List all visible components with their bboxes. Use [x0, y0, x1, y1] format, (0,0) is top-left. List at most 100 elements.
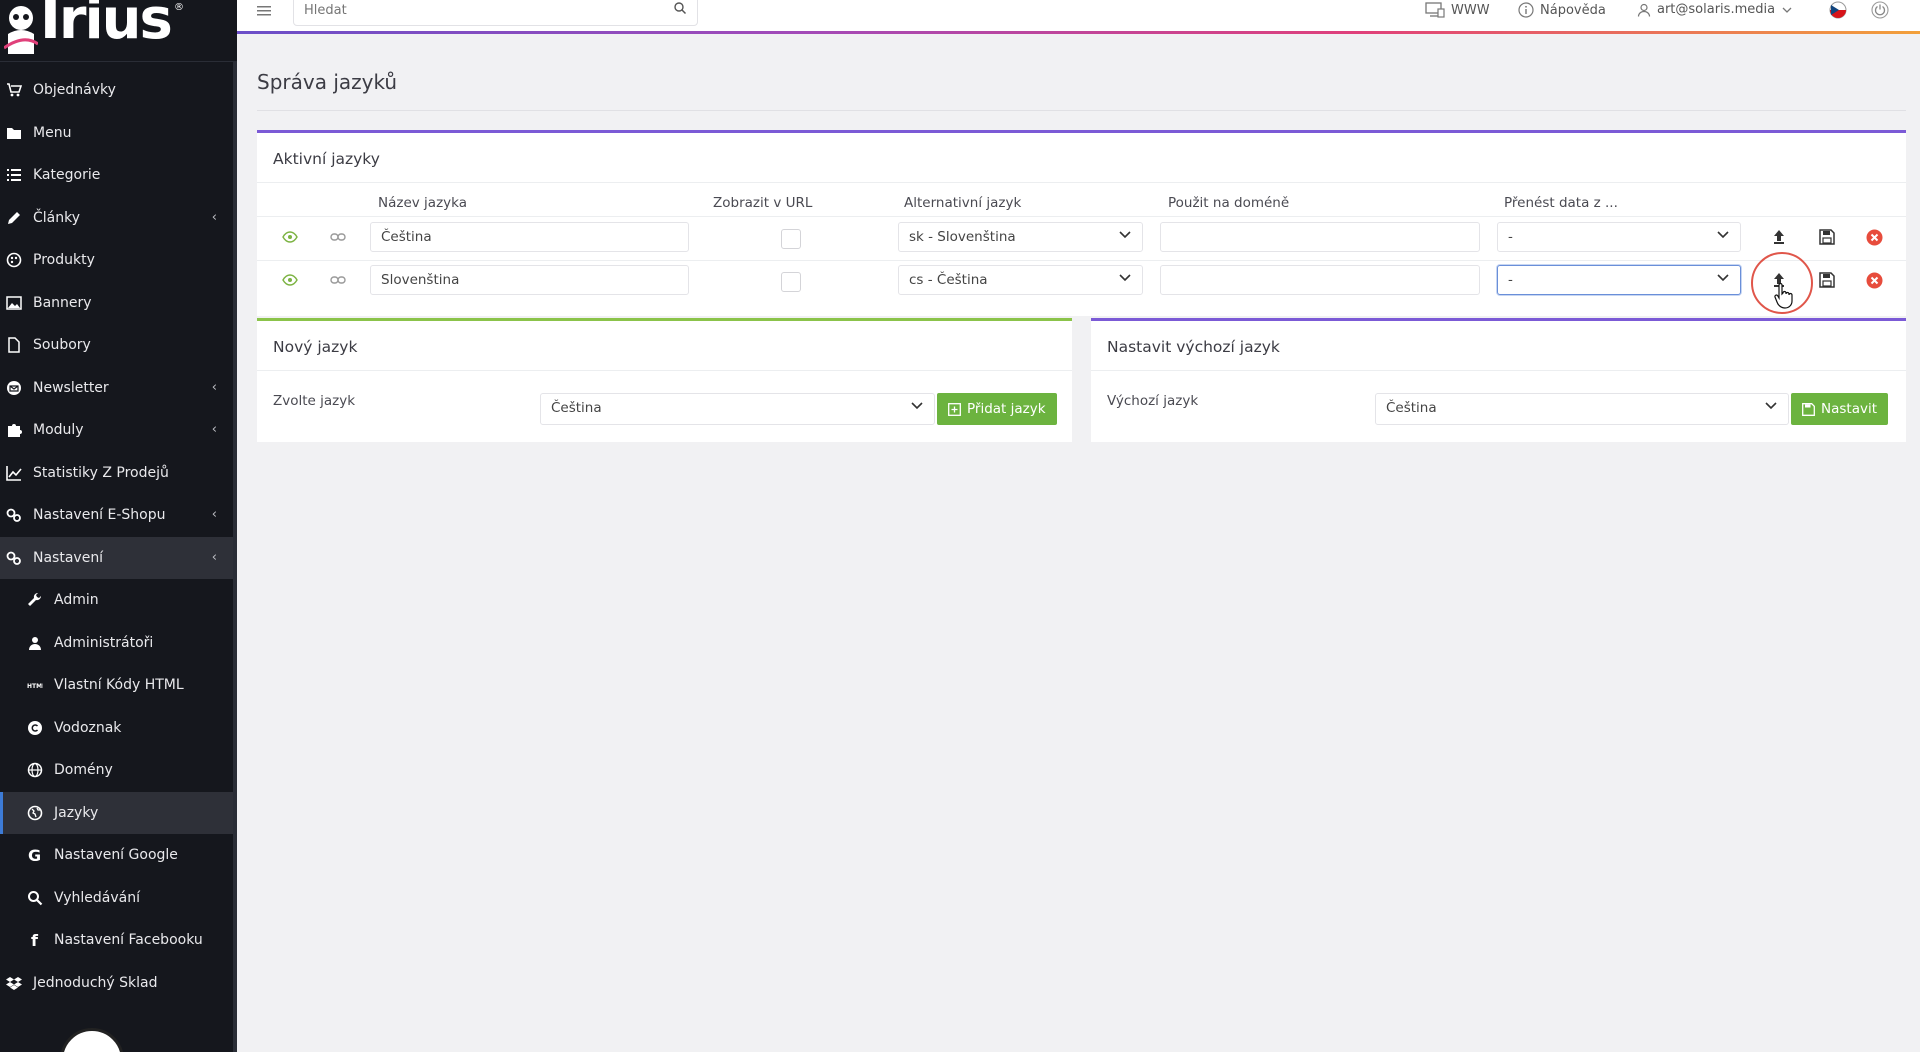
wrench-icon — [27, 592, 43, 608]
new-language-select[interactable]: Čeština — [540, 393, 935, 425]
globe-europe-icon — [27, 805, 43, 821]
language-flag-icon[interactable] — [1829, 1, 1847, 19]
sidebar-item-label: Newsletter — [33, 379, 109, 396]
show-in-url-checkbox[interactable] — [781, 272, 801, 292]
transfer-data-select[interactable]: - — [1497, 265, 1741, 295]
table-row: Slovenština cs - Čeština - — [257, 265, 1906, 305]
logo[interactable]: Irius ® — [0, 0, 237, 62]
sidebar-item-domeny[interactable]: Domény — [0, 749, 233, 792]
sidebar-item-label: Produkty — [33, 252, 95, 269]
www-link[interactable]: WWW — [1425, 2, 1490, 18]
divider — [257, 260, 1906, 261]
google-icon: G — [27, 847, 43, 863]
sidebar-item-admin[interactable]: Admin — [0, 579, 233, 622]
sidebar-item-vyhledavani[interactable]: Vyhledávání — [0, 877, 233, 920]
sidebar-item-label: Články — [33, 209, 81, 226]
sidebar-item-label: Nastavení Facebooku — [54, 932, 203, 949]
link-icon[interactable] — [327, 269, 349, 291]
sidebar-item-label: Bannery — [33, 294, 92, 311]
chevron-left-icon: ‹ — [211, 422, 217, 437]
default-language-card: Nastavit výchozí jazyk Výchozí jazyk Češ… — [1091, 318, 1906, 442]
select-value: cs - Čeština — [909, 272, 988, 288]
delete-icon[interactable] — [1863, 226, 1885, 248]
eye-icon[interactable] — [279, 226, 301, 248]
help-label: Nápověda — [1540, 2, 1606, 18]
search-input[interactable] — [304, 3, 644, 18]
chevron-down-icon — [910, 398, 924, 416]
default-language-label: Výchozí jazyk — [1107, 393, 1199, 409]
sidebar-item-soubory[interactable]: Soubory — [0, 324, 233, 367]
sidebar-scrollbar[interactable] — [233, 62, 237, 1052]
set-default-label: Nastavit — [1821, 401, 1878, 417]
transfer-upload-icon[interactable] — [1768, 226, 1790, 248]
sidebar-item-label: Objednávky — [33, 82, 116, 99]
add-language-button[interactable]: Přidat jazyk — [937, 393, 1057, 425]
domain-input[interactable] — [1160, 222, 1480, 252]
power-icon[interactable] — [1871, 1, 1889, 19]
pencil-icon — [6, 210, 22, 226]
save-icon[interactable] — [1816, 226, 1838, 248]
sidebar-item-kategorie[interactable]: Kategorie — [0, 154, 233, 197]
sidebar-item-administratori[interactable]: Administrátoři — [0, 622, 233, 665]
select-value: Čeština — [1386, 400, 1437, 416]
alternative-language-select[interactable]: cs - Čeština — [898, 265, 1143, 295]
sidebar-item-statistiky[interactable]: Statistiky Z Prodejů — [0, 452, 233, 495]
show-in-url-checkbox[interactable] — [781, 229, 801, 249]
column-header-domain: Použit na doméně — [1168, 195, 1290, 211]
monitor-icon — [1425, 2, 1445, 18]
column-header-alt: Alternativní jazyk — [904, 195, 1022, 211]
sidebar-item-nastaveni-facebooku[interactable]: f Nastavení Facebooku — [0, 919, 233, 962]
palette-icon — [6, 252, 22, 268]
transfer-data-select[interactable]: - — [1497, 222, 1741, 252]
domain-input[interactable] — [1160, 265, 1480, 295]
svg-text:HTML: HTML — [27, 683, 43, 690]
sidebar-item-produkty[interactable]: Produkty — [0, 239, 233, 282]
sidebar-item-vlastni-kody[interactable]: HTML Vlastní Kódy HTML — [0, 664, 233, 707]
topbar: WWW Nápověda art@solaris.media — [237, 0, 1920, 34]
info-icon — [1518, 2, 1534, 18]
sidebar-item-vodoznak[interactable]: Vodoznak — [0, 707, 233, 750]
hamburger-menu-icon[interactable] — [257, 3, 273, 22]
chevron-down-icon — [1118, 227, 1132, 245]
search-box — [293, 0, 698, 26]
select-value: Čeština — [551, 400, 602, 416]
alternative-language-select[interactable]: sk - Slovenština — [898, 222, 1143, 252]
sidebar-item-label: Kategorie — [33, 167, 101, 184]
copyright-icon — [27, 720, 43, 736]
save-icon[interactable] — [1816, 269, 1838, 291]
user-menu[interactable]: art@solaris.media — [1637, 2, 1793, 17]
delete-icon[interactable] — [1863, 269, 1885, 291]
sidebar-item-label: Nastavení E-Shopu — [33, 507, 166, 524]
sidebar-item-jazyky[interactable]: Jazyky — [0, 791, 233, 834]
chevron-down-icon — [1716, 270, 1730, 288]
chevron-left-icon: ‹ — [211, 379, 217, 395]
chevron-down-icon — [1716, 227, 1730, 245]
www-label: WWW — [1451, 2, 1490, 18]
language-name-input[interactable]: Slovenština — [370, 265, 689, 295]
folder-icon — [6, 125, 22, 141]
search-icon[interactable] — [673, 1, 687, 19]
sidebar-item-clanky[interactable]: Články ‹ — [0, 197, 233, 240]
sidebar-item-bannery[interactable]: Bannery — [0, 282, 233, 325]
language-name-input[interactable]: Čeština — [370, 222, 689, 252]
sidebar-item-nastaveni-google[interactable]: G Nastavení Google — [0, 834, 233, 877]
sidebar: Irius ® Objednávky Menu Kategorie Články… — [0, 0, 237, 1052]
cogs-icon — [6, 550, 22, 566]
set-default-button[interactable]: Nastavit — [1791, 393, 1889, 425]
sidebar-item-newsletter[interactable]: Newsletter ‹ — [0, 367, 233, 410]
link-icon[interactable] — [327, 226, 349, 248]
chevron-left-icon: ‹ — [211, 209, 217, 225]
default-language-select[interactable]: Čeština — [1375, 393, 1789, 425]
sidebar-item-jednoduchy-sklad[interactable]: Jednoduchý Sklad — [0, 962, 233, 1005]
card-header: Aktivní jazyky — [257, 133, 1906, 183]
new-language-card: Nový jazyk Zvolte jazyk Čeština Přidat j… — [257, 318, 1072, 442]
sidebar-item-moduly[interactable]: Moduly ‹ — [0, 409, 233, 452]
sidebar-item-label: Jednoduchý Sklad — [33, 974, 158, 991]
sidebar-item-menu[interactable]: Menu — [0, 112, 233, 155]
help-link[interactable]: Nápověda — [1518, 2, 1606, 18]
sidebar-item-nastaveni-eshopu[interactable]: Nastavení E-Shopu ‹ — [0, 494, 233, 537]
sidebar-item-nastaveni[interactable]: Nastavení ‹ — [0, 536, 233, 579]
mascot-logo-icon — [4, 6, 38, 54]
eye-icon[interactable] — [279, 269, 301, 291]
sidebar-item-objednavky[interactable]: Objednávky — [0, 69, 233, 112]
